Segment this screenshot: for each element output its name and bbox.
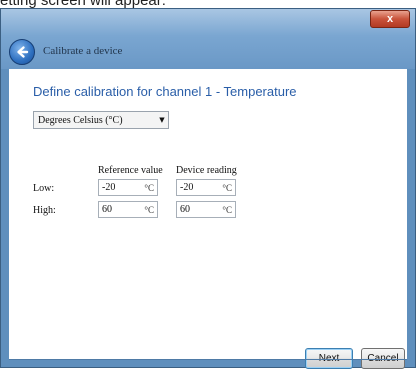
window-title: Calibrate a device xyxy=(43,45,123,57)
low-reference-input[interactable]: -20 °C xyxy=(98,179,158,196)
low-device-unit: °C xyxy=(222,182,232,193)
high-device-input[interactable]: 60 °C xyxy=(176,201,236,218)
close-button[interactable]: x xyxy=(370,10,410,28)
title-bar: x Calibrate a device xyxy=(1,9,415,69)
high-reference-value: 60 xyxy=(102,204,112,215)
high-device-unit: °C xyxy=(222,204,232,215)
device-reading-header: Device reading xyxy=(176,165,237,176)
low-reference-value: -20 xyxy=(102,182,116,193)
wizard-content: Define calibration for channel 1 - Tempe… xyxy=(9,69,407,369)
high-reference-unit: °C xyxy=(144,204,154,215)
window-bottom-border xyxy=(9,359,407,360)
close-icon: x xyxy=(386,12,394,25)
back-arrow-icon xyxy=(17,46,29,58)
low-device-input[interactable]: -20 °C xyxy=(176,179,236,196)
page-heading: Define calibration for channel 1 - Tempe… xyxy=(33,84,297,99)
high-device-value: 60 xyxy=(180,204,190,215)
back-button[interactable] xyxy=(9,39,35,65)
low-device-value: -20 xyxy=(180,182,194,193)
low-reference-unit: °C xyxy=(144,182,154,193)
low-label: Low: xyxy=(33,183,55,194)
calibrate-device-window: x Calibrate a device Define calibration … xyxy=(0,8,416,369)
unit-select-value: Degrees Celsius (°C) xyxy=(38,114,123,126)
reference-value-header: Reference value xyxy=(98,165,163,176)
chevron-down-icon: ▼ xyxy=(159,116,165,124)
unit-select[interactable]: Degrees Celsius (°C) ▼ xyxy=(33,111,169,129)
high-label: High: xyxy=(33,205,56,216)
high-reference-input[interactable]: 60 °C xyxy=(98,201,158,218)
